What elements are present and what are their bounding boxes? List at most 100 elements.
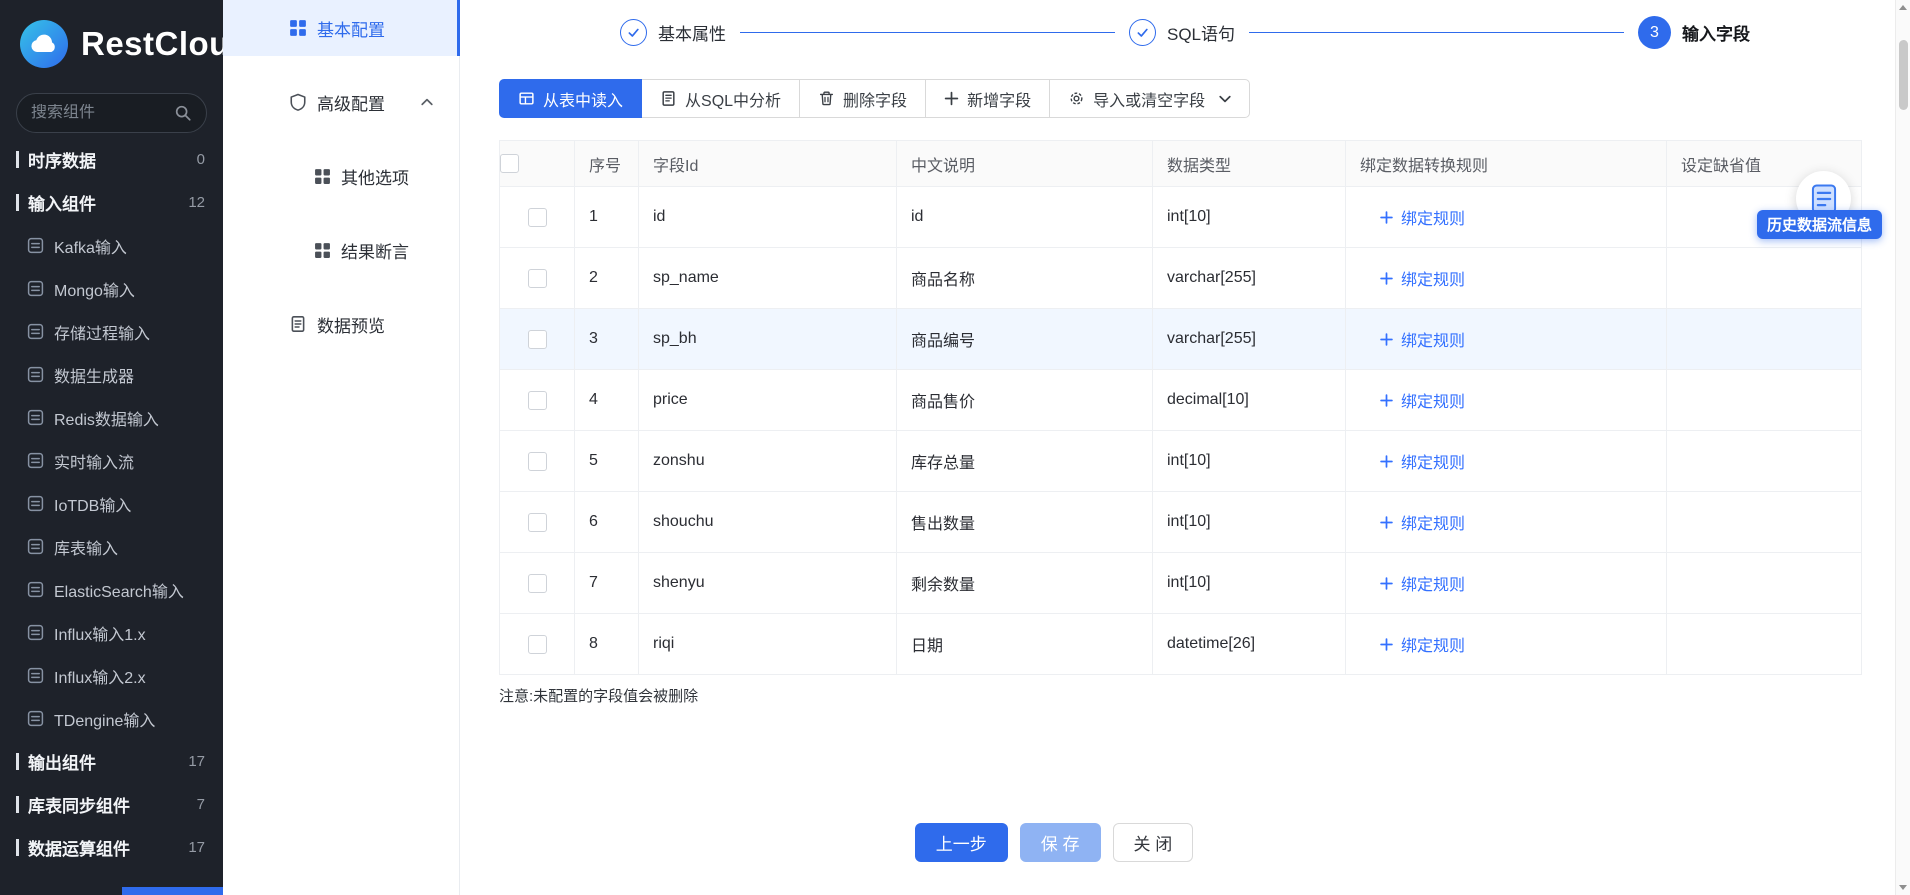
table-row: 2sp_name商品名称varchar[255]绑定规则 bbox=[500, 248, 1862, 309]
cell-data-type: int[10] bbox=[1153, 492, 1346, 553]
sidebar-section[interactable]: 输入组件12 bbox=[0, 181, 223, 224]
previous-step-button[interactable]: 上一步 bbox=[915, 823, 1008, 862]
section-count: 17 bbox=[188, 753, 205, 770]
row-checkbox[interactable] bbox=[528, 269, 547, 288]
search-input[interactable] bbox=[31, 104, 174, 122]
influx-1x-icon bbox=[27, 624, 44, 641]
brand-logo: RestCloud bbox=[0, 0, 223, 68]
save-button[interactable]: 保 存 bbox=[1020, 823, 1101, 862]
plus-icon bbox=[1380, 638, 1393, 651]
import-or-clear-fields-button[interactable]: 导入或清空字段 bbox=[1049, 79, 1250, 118]
cell-data-type: varchar[255] bbox=[1153, 309, 1346, 370]
sidebar-item-iotdb[interactable]: IoTDB输入 bbox=[0, 482, 223, 525]
delete-field-button[interactable]: 删除字段 bbox=[799, 79, 926, 118]
document-icon bbox=[289, 315, 307, 333]
scroll-up-arrow[interactable] bbox=[1896, 0, 1910, 15]
nav-item-basic-config[interactable]: 基本配置 bbox=[223, 0, 459, 56]
bind-rule-link[interactable]: 绑定规则 bbox=[1380, 449, 1465, 473]
sidebar-item-kafka[interactable]: Kafka输入 bbox=[0, 224, 223, 267]
history-dataflow-widget: 历史数据流信息 bbox=[1741, 171, 1882, 243]
col-bind-rule: 绑定数据转换规则 bbox=[1346, 141, 1667, 187]
row-checkbox[interactable] bbox=[528, 208, 547, 227]
sidebar-item-data-generator[interactable]: 数据生成器 bbox=[0, 353, 223, 396]
sidebar-item-realtime-stream[interactable]: 实时输入流 bbox=[0, 439, 223, 482]
step-basic-attributes[interactable]: 基本属性 bbox=[620, 19, 726, 46]
table-row: 8riqi日期datetime[26]绑定规则 bbox=[500, 614, 1862, 675]
step-sql-statement[interactable]: SQL语句 bbox=[1129, 19, 1235, 46]
bind-rule-link[interactable]: 绑定规则 bbox=[1380, 510, 1465, 534]
sidebar-item-mongo[interactable]: Mongo输入 bbox=[0, 267, 223, 310]
bind-rule-label: 绑定规则 bbox=[1401, 510, 1465, 534]
section-label: 数据运算组件 bbox=[28, 835, 188, 860]
gear-icon bbox=[1068, 90, 1085, 107]
nav-label: 高级配置 bbox=[317, 90, 385, 115]
row-checkbox[interactable] bbox=[528, 391, 547, 410]
history-dataflow-badge[interactable]: 历史数据流信息 bbox=[1757, 210, 1882, 239]
col-data-type: 数据类型 bbox=[1153, 141, 1346, 187]
realtime-stream-icon bbox=[27, 452, 44, 469]
col-field-id: 字段Id bbox=[639, 141, 897, 187]
sidebar-item-influx-1x[interactable]: Influx输入1.x bbox=[0, 611, 223, 654]
row-checkbox[interactable] bbox=[528, 452, 547, 471]
component-label: Mongo输入 bbox=[54, 277, 135, 301]
cell-field-id: shenyu bbox=[639, 553, 897, 614]
add-field-button[interactable]: 新增字段 bbox=[925, 79, 1050, 118]
nav-label: 其他选项 bbox=[341, 164, 409, 189]
nav-label: 结果断言 bbox=[341, 238, 409, 263]
step-label: SQL语句 bbox=[1167, 20, 1235, 45]
select-all-checkbox[interactable] bbox=[500, 154, 519, 173]
cell-chinese-desc: 日期 bbox=[897, 614, 1153, 675]
sidebar-section[interactable]: 数据运算组件17 bbox=[0, 826, 223, 869]
analyze-from-sql-button[interactable]: 从SQL中分析 bbox=[641, 79, 800, 118]
row-checkbox[interactable] bbox=[528, 635, 547, 654]
read-from-table-button[interactable]: 从表中读入 bbox=[499, 79, 642, 118]
sidebar-item-table-input[interactable]: 库表输入 bbox=[0, 525, 223, 568]
cell-chinese-desc: 商品编号 bbox=[897, 309, 1153, 370]
sidebar-section[interactable]: 库表同步组件7 bbox=[0, 783, 223, 826]
bind-rule-link[interactable]: 绑定规则 bbox=[1380, 327, 1465, 351]
bind-rule-link[interactable]: 绑定规则 bbox=[1380, 266, 1465, 290]
row-checkbox[interactable] bbox=[528, 574, 547, 593]
tdengine-icon bbox=[27, 710, 44, 727]
data-generator-icon bbox=[27, 366, 44, 383]
row-checkbox[interactable] bbox=[528, 513, 547, 532]
close-button[interactable]: 关 闭 bbox=[1113, 823, 1194, 862]
cell-data-type: int[10] bbox=[1153, 553, 1346, 614]
bind-rule-label: 绑定规则 bbox=[1401, 266, 1465, 290]
sidebar-item-redis[interactable]: Redis数据输入 bbox=[0, 396, 223, 439]
cell-data-type: int[10] bbox=[1153, 187, 1346, 248]
nav-item-result-assertion[interactable]: 结果断言 bbox=[223, 222, 459, 278]
grid-icon bbox=[314, 168, 331, 185]
bind-rule-link[interactable]: 绑定规则 bbox=[1380, 388, 1465, 412]
nav-item-data-preview[interactable]: 数据预览 bbox=[223, 296, 459, 352]
main-panel: 基本属性 SQL语句 3 输入字段 从表中读入 bbox=[460, 0, 1895, 895]
bind-rule-link[interactable]: 绑定规则 bbox=[1380, 571, 1465, 595]
bind-rule-link[interactable]: 绑定规则 bbox=[1380, 205, 1465, 229]
table-row: 7shenyu剩余数量int[10]绑定规则 bbox=[500, 553, 1862, 614]
nav-item-advanced-config[interactable]: 高级配置 bbox=[223, 74, 459, 130]
sidebar-item-stored-procedure[interactable]: 存储过程输入 bbox=[0, 310, 223, 353]
sidebar-section[interactable]: 输出组件17 bbox=[0, 740, 223, 783]
cell-no: 7 bbox=[575, 553, 639, 614]
step-connector bbox=[740, 32, 1115, 34]
table-row: 1ididint[10]绑定规则 bbox=[500, 187, 1862, 248]
scrollbar-thumb[interactable] bbox=[1899, 40, 1908, 110]
component-label: 数据生成器 bbox=[54, 363, 134, 387]
sidebar-item-tdengine[interactable]: TDengine输入 bbox=[0, 697, 223, 740]
scroll-down-arrow[interactable] bbox=[1896, 880, 1910, 895]
step-input-fields[interactable]: 3 输入字段 bbox=[1638, 16, 1750, 49]
section-count: 12 bbox=[188, 194, 205, 211]
nav-label: 数据预览 bbox=[317, 312, 385, 337]
component-label: Redis数据输入 bbox=[54, 406, 159, 430]
influx-2x-icon bbox=[27, 667, 44, 684]
section-label: 输入组件 bbox=[28, 190, 188, 215]
sidebar-item-elasticsearch[interactable]: ElasticSearch输入 bbox=[0, 568, 223, 611]
sidebar-item-influx-2x[interactable]: Influx输入2.x bbox=[0, 654, 223, 697]
cell-chinese-desc: 商品售价 bbox=[897, 370, 1153, 431]
chevron-up-icon[interactable] bbox=[421, 98, 433, 106]
button-label: 从表中读入 bbox=[543, 87, 623, 111]
row-checkbox[interactable] bbox=[528, 330, 547, 349]
bind-rule-link[interactable]: 绑定规则 bbox=[1380, 632, 1465, 656]
nav-item-other-options[interactable]: 其他选项 bbox=[223, 148, 459, 204]
sidebar-section[interactable]: 时序数据0 bbox=[0, 138, 223, 181]
